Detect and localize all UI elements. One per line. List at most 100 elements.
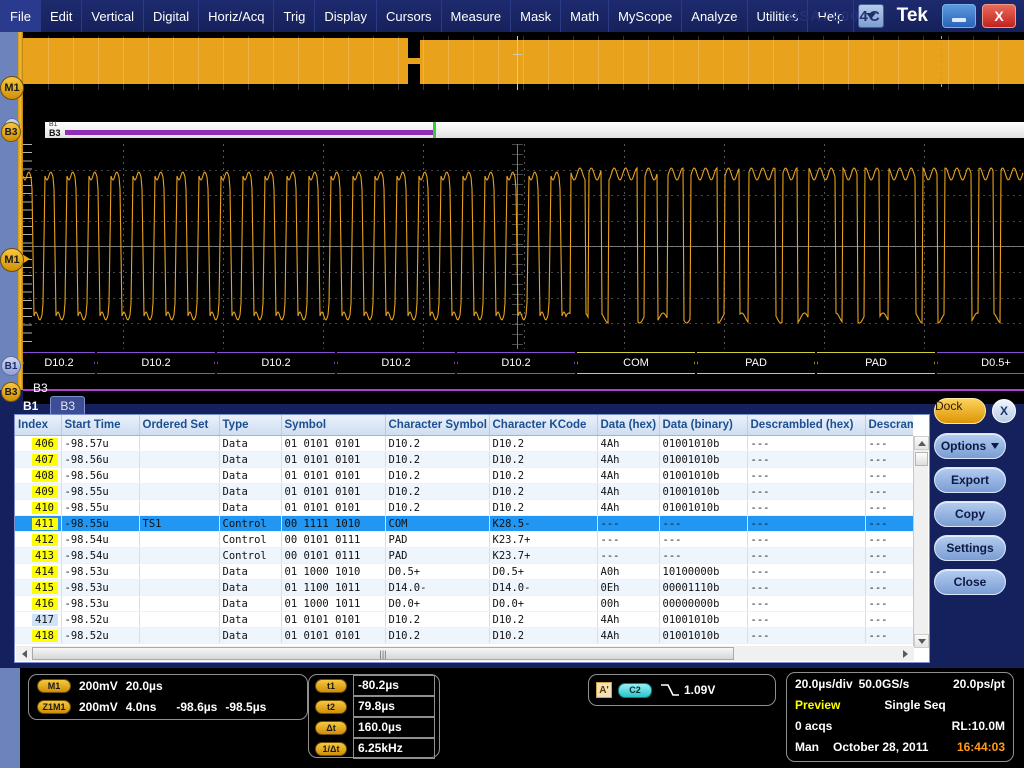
menu-item-file[interactable]: File <box>0 0 41 32</box>
main-graticule[interactable] <box>23 144 1024 349</box>
menu-item-math[interactable]: Math <box>561 0 609 32</box>
table-row[interactable]: 412-98.54uControl00 0101 0111PADK23.7+--… <box>15 532 913 548</box>
scroll-right-button[interactable] <box>898 647 913 660</box>
options-button[interactable]: Options <box>934 433 1006 459</box>
overview-bus-strip[interactable]: B1 B3 <box>23 120 1024 140</box>
menu-item-digital[interactable]: Digital <box>144 0 199 32</box>
menu-item-mask[interactable]: Mask <box>511 0 561 32</box>
cursor-readout-row[interactable]: 1/Δt6.25kHz <box>309 738 439 759</box>
horizontal-scroll-thumb[interactable]: ||| <box>32 647 734 660</box>
bus-packet-pad[interactable]: PAD <box>817 352 935 374</box>
overview-waveform-strip[interactable] <box>23 36 1024 90</box>
menu-item-analyze[interactable]: Analyze <box>682 0 747 32</box>
column-header-index[interactable]: Index <box>15 415 61 436</box>
close-button[interactable]: Close <box>934 569 1006 595</box>
channel-chip[interactable]: Z1M1 <box>37 700 71 714</box>
cursor-chip[interactable]: 1/Δt <box>315 742 347 756</box>
minimize-icon <box>952 18 966 22</box>
dock-button[interactable]: Dock <box>934 398 986 424</box>
cell-start-time: -98.53u <box>61 564 139 580</box>
channel-chip[interactable]: M1 <box>37 679 71 693</box>
horizontal-scrollbar[interactable]: ||| <box>16 646 914 661</box>
copy-button[interactable]: Copy <box>934 501 1006 527</box>
column-header-start-time[interactable]: Start Time <box>61 415 139 436</box>
decode-results-grid[interactable]: IndexStart TimeOrdered SetTypeSymbolChar… <box>14 414 930 663</box>
bus-packet-d10-2[interactable]: D10.2 <box>97 352 215 374</box>
table-row[interactable]: 418-98.52uData01 0101 0101D10.2D10.24Ah0… <box>15 628 913 644</box>
cell-start-time: -98.52u <box>61 628 139 644</box>
minimize-button[interactable] <box>942 4 976 28</box>
vertical-readout-row[interactable]: M1200mV20.0µs <box>29 675 307 696</box>
tab-b1[interactable]: B1 <box>14 397 47 415</box>
table-row[interactable]: 415-98.53uData01 1100 1011D14.0-D14.0-0E… <box>15 580 913 596</box>
table-row[interactable]: 411-98.55uTS1Control00 1111 1010COMK28.5… <box>15 516 913 532</box>
column-header-symbol[interactable]: Symbol <box>281 415 385 436</box>
menu-item-myscope[interactable]: MyScope <box>609 0 682 32</box>
channel-badge-m1[interactable]: M1 <box>0 248 24 272</box>
column-header-ordered-set[interactable]: Ordered Set <box>139 415 219 436</box>
bus-packet-pad[interactable]: PAD <box>697 352 815 374</box>
panel-close-icon-button[interactable]: X <box>992 399 1016 423</box>
scroll-up-button[interactable] <box>914 436 929 450</box>
tab-b3[interactable]: B3 <box>50 396 85 415</box>
menu-item-horiz-acq[interactable]: Horiz/Acq <box>199 0 274 32</box>
settings-button[interactable]: Settings <box>934 535 1006 561</box>
bus-packet-d10-2[interactable]: D10.2 <box>337 352 455 374</box>
vertical-scrollbar[interactable] <box>913 436 928 648</box>
cell-char-kcode: D10.2 <box>489 468 597 484</box>
acquisition-readout-box[interactable]: 20.0µs/div 50.0GS/s 20.0ps/pt Preview Si… <box>786 672 1014 762</box>
table-row[interactable]: 416-98.53uData01 1000 1011D0.0+D0.0+00h0… <box>15 596 913 612</box>
bus-decode-row-b1[interactable]: D10.2D10.2D10.2D10.2D10.2COMPADPADD0.5+D… <box>23 350 1024 376</box>
menu-item-cursors[interactable]: Cursors <box>377 0 442 32</box>
bus-packet-d10-2[interactable]: D10.2 <box>457 352 575 374</box>
menu-item-measure[interactable]: Measure <box>442 0 512 32</box>
column-header-descramb[interactable]: Descramb <box>865 415 913 436</box>
column-header-descrambled-hex-[interactable]: Descrambled (hex) <box>747 415 865 436</box>
close-window-button[interactable]: X <box>982 4 1016 28</box>
table-row[interactable]: 407-98.56uData01 0101 0101D10.2D10.24Ah0… <box>15 452 913 468</box>
table-row[interactable]: 410-98.55uData01 0101 0101D10.2D10.24Ah0… <box>15 500 913 516</box>
column-header-character-kcode[interactable]: Character KCode <box>489 415 597 436</box>
cursor-readout-row[interactable]: t1-80.2µs <box>309 675 439 696</box>
scroll-down-button[interactable] <box>914 634 929 648</box>
cell-type: Control <box>219 548 281 564</box>
overview-channel-badge-m1[interactable]: M1 <box>0 76 24 100</box>
trigger-readout-box[interactable]: A' C2 1.09V <box>588 674 776 706</box>
table-row[interactable]: 413-98.54uControl00 0101 0111PADK23.7+--… <box>15 548 913 564</box>
cell-type: Data <box>219 468 281 484</box>
cursor-readout-box[interactable]: t1-80.2µst279.8µsΔt160.0µs1/Δt6.25kHz <box>308 674 440 758</box>
cursor-chip[interactable]: Δt <box>315 721 347 735</box>
column-header-type[interactable]: Type <box>219 415 281 436</box>
bus-packet-d10-2[interactable]: D10.2 <box>217 352 335 374</box>
table-row[interactable]: 408-98.56uData01 0101 0101D10.2D10.24Ah0… <box>15 468 913 484</box>
cell-ordered-set <box>139 468 219 484</box>
column-header-character-symbol[interactable]: Character Symbol <box>385 415 489 436</box>
bus-badge-b3[interactable]: B3 <box>1 382 21 402</box>
table-row[interactable]: 406-98.57uData01 0101 0101D10.2D10.24Ah0… <box>15 436 913 452</box>
bus-badge-b1[interactable]: B1 <box>1 356 21 376</box>
cell-char-symbol: D0.0+ <box>385 596 489 612</box>
cell-symbol: 01 0101 0101 <box>281 452 385 468</box>
table-row[interactable]: 409-98.55uData01 0101 0101D10.2D10.24Ah0… <box>15 484 913 500</box>
bus-packet-com[interactable]: COM <box>577 352 695 374</box>
scroll-left-button[interactable] <box>17 647 32 660</box>
vertical-scroll-thumb[interactable] <box>915 452 928 466</box>
menu-item-trig[interactable]: Trig <box>274 0 315 32</box>
cursor-chip[interactable]: t2 <box>315 700 347 714</box>
menu-item-display[interactable]: Display <box>315 0 377 32</box>
menu-item-edit[interactable]: Edit <box>41 0 82 32</box>
bus-packet-d10-2[interactable]: D10.2 <box>23 352 95 374</box>
table-row[interactable]: 417-98.52uData01 0101 0101D10.2D10.24Ah0… <box>15 612 913 628</box>
table-row[interactable]: 414-98.53uData01 1000 1010D0.5+D0.5+A0h1… <box>15 564 913 580</box>
vertical-readout-row[interactable]: Z1M1200mV4.0ns-98.6µs-98.5µs <box>29 696 307 717</box>
cursor-readout-row[interactable]: t279.8µs <box>309 696 439 717</box>
overview-bus-badge-b3[interactable]: B3 <box>1 122 21 142</box>
export-button[interactable]: Export <box>934 467 1006 493</box>
cursor-readout-row[interactable]: Δt160.0µs <box>309 717 439 738</box>
menu-item-vertical[interactable]: Vertical <box>82 0 144 32</box>
cursor-chip[interactable]: t1 <box>315 679 347 693</box>
column-header-data-binary-[interactable]: Data (binary) <box>659 415 747 436</box>
column-header-data-hex-[interactable]: Data (hex) <box>597 415 659 436</box>
vertical-readout-box[interactable]: M1200mV20.0µsZ1M1200mV4.0ns-98.6µs-98.5µ… <box>28 674 308 720</box>
bus-packet-d0-5-[interactable]: D0.5+ <box>937 352 1024 374</box>
